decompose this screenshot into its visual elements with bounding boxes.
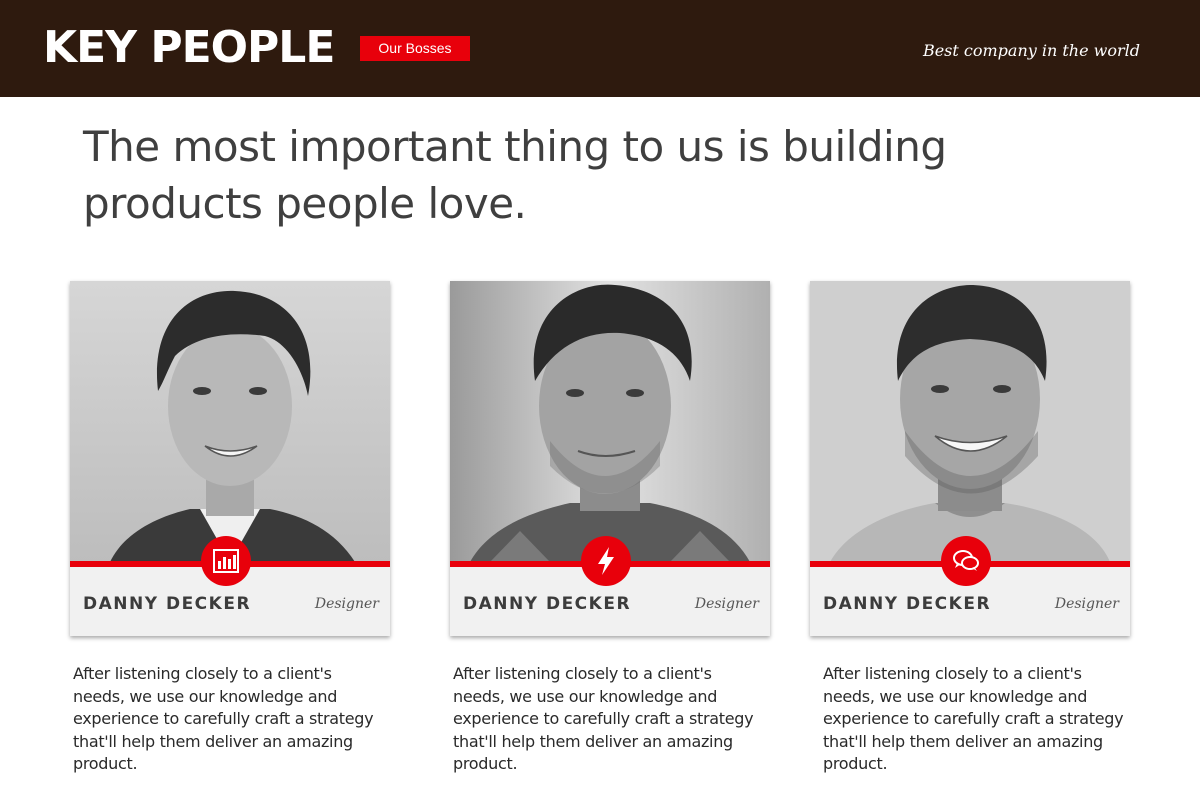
member-role: Designer xyxy=(1054,596,1119,612)
member-description: After listening closely to a client's ne… xyxy=(453,664,754,773)
bar-chart-icon xyxy=(201,536,251,586)
member-role: Designer xyxy=(694,596,759,612)
team-card[interactable]: DANNY DECKER Designer xyxy=(450,281,770,636)
portrait-photo xyxy=(450,281,770,562)
tagline: Best company in the world xyxy=(922,41,1140,60)
team-card[interactable]: DANNY DECKER Designer xyxy=(70,281,390,636)
member-name: DANNY DECKER xyxy=(463,594,632,614)
member-description: After listening closely to a client's ne… xyxy=(823,664,1124,773)
member-description: After listening closely to a client's ne… xyxy=(73,664,374,773)
chat-bubbles-icon xyxy=(941,536,991,586)
portrait-photo xyxy=(70,281,390,562)
team-card[interactable]: DANNY DECKER Designer xyxy=(810,281,1130,636)
member-role: Designer xyxy=(314,596,379,612)
member-name: DANNY DECKER xyxy=(83,594,252,614)
site-header: KEY PEOPLE Our Bosses Best company in th… xyxy=(0,0,1200,97)
lightning-bolt-icon xyxy=(581,536,631,586)
brand-logo[interactable]: KEY PEOPLE xyxy=(43,22,335,74)
page-headline: The most important thing to us is buildi… xyxy=(83,122,947,228)
section-badge: Our Bosses xyxy=(360,36,470,61)
portrait-photo xyxy=(810,281,1130,562)
member-name: DANNY DECKER xyxy=(823,594,992,614)
